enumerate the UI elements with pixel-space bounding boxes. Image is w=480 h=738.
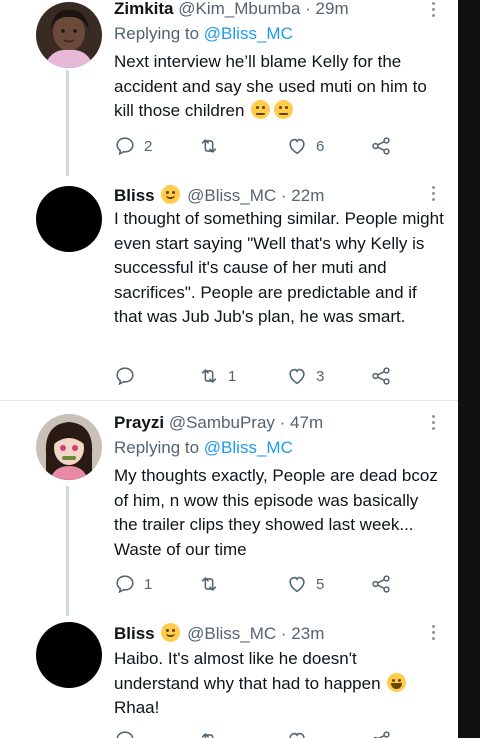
tweet-prayzi[interactable]: Prayzi @SambuPray · 47m Replying to @Bli… [0,412,458,612]
tweet-header: Prayzi @SambuPray · 47m [114,412,323,434]
avatar[interactable] [36,622,102,688]
tweet-text: I thought of something similar. People m… [114,209,444,326]
reply-button[interactable] [114,728,136,738]
tweet-body: Next interview he’ll blame Kelly for the… [114,52,427,120]
separator: · [305,0,311,18]
retweet-icon [201,369,217,383]
share-button[interactable] [370,134,392,158]
timestamp[interactable]: 47m [290,413,323,432]
replying-to: Replying to @Bliss_MC [114,24,293,44]
tweet-divider [0,400,458,401]
tweet-text-line: understand why that had to happen [114,672,454,697]
reply-button[interactable] [114,364,136,388]
reply-count: 2 [144,137,153,155]
share-button[interactable] [370,728,392,738]
user-handle[interactable]: @SambuPray [169,413,275,432]
share-button[interactable] [370,572,392,596]
retweet-button[interactable] [198,572,220,596]
tweet-header: Zimkita @Kim_Mbumba · 29m [114,0,349,20]
reply-button[interactable]: 1 [114,572,152,596]
tweet-header: Bliss @Bliss_MC · 23m [114,623,324,645]
retweet-button[interactable]: 1 [198,364,236,388]
tweet-text: My thoughts exactly, People are dead bco… [114,466,438,559]
display-name[interactable]: Bliss [114,624,155,643]
more-options-icon[interactable] [430,625,436,643]
like-count: 5 [316,575,325,593]
tweet-text-line: Rhaa! [114,698,160,717]
replying-to-link[interactable]: @Bliss_MC [204,24,293,43]
like-button[interactable]: 5 [286,572,324,596]
retweet-button[interactable] [198,134,220,158]
reply-icon [116,367,134,386]
display-name[interactable]: Zimkita [114,0,174,18]
reply-count: 1 [144,575,153,593]
heart-icon [289,576,305,593]
replying-to: Replying to @Bliss_MC [114,438,293,458]
rolling-eyes-emoji-icon [274,100,294,119]
timestamp[interactable]: 29m [316,0,349,18]
timestamp[interactable]: 23m [291,624,324,643]
avatar-photo-icon [36,2,102,68]
more-options-icon[interactable] [430,415,436,433]
like-count: 6 [316,137,325,155]
separator: · [280,624,287,643]
like-button[interactable]: 3 [286,364,324,388]
separator: · [280,186,287,205]
user-handle[interactable]: @Bliss_MC [187,624,276,643]
share-icon [372,367,390,385]
more-options-icon[interactable] [430,186,436,204]
tweet-header: Bliss @Bliss_MC · 22m [114,185,324,207]
separator: · [279,413,286,432]
tweet-text: Haibo. It's almost like he doesn't under… [114,647,454,721]
retweet-button[interactable] [198,728,220,738]
smiling-face-emoji-icon [161,623,181,642]
share-button[interactable] [370,364,392,388]
more-options-icon[interactable] [430,2,436,20]
user-handle[interactable]: @Bliss_MC [187,186,276,205]
retweet-icon [201,733,214,738]
tweet-text: Next interview he’ll blame Kelly for the… [114,50,444,124]
heart-icon [289,138,305,155]
share-icon [373,731,390,738]
avatar[interactable] [36,186,102,252]
tweet-bliss-1[interactable]: Bliss @Bliss_MC · 22m I thought of somet… [0,184,458,400]
timestamp[interactable]: 22m [291,186,324,205]
heart-icon [289,732,305,738]
reply-icon [116,575,134,594]
right-edge-strip [458,0,480,738]
user-handle[interactable]: @Kim_Mbumba [178,0,300,18]
tweet-bliss-2[interactable]: Bliss @Bliss_MC · 23m Haibo. It's almost… [0,622,458,738]
laughing-tears-emoji-icon [387,672,407,692]
retweet-icon [201,139,217,153]
heart-icon [289,368,305,385]
like-button[interactable] [286,728,308,738]
retweet-count: 1 [228,367,237,385]
display-name[interactable]: Prayzi [114,413,164,432]
replying-prefix: Replying to [114,24,200,43]
share-icon [372,575,390,593]
replying-prefix: Replying to [114,438,200,457]
reply-icon [116,137,134,156]
reply-icon [116,731,134,738]
smiling-face-emoji-icon [161,185,181,204]
display-name[interactable]: Bliss [114,186,155,205]
like-button[interactable]: 6 [286,134,324,158]
avatar-anime-icon [36,414,102,480]
like-count: 3 [316,367,325,385]
reply-button[interactable]: 2 [114,134,152,158]
rolling-eyes-emoji-icon [251,100,271,119]
retweet-icon [201,577,217,591]
avatar[interactable] [36,414,102,480]
tweet-text-segment: understand why that had to happen [114,673,381,693]
share-icon [372,137,390,155]
replying-to-link[interactable]: @Bliss_MC [204,438,293,457]
avatar[interactable] [36,2,102,68]
tweet-zimkita[interactable]: Zimkita @Kim_Mbumba · 29m Replying to @B… [0,0,458,170]
tweet-text-line: Haibo. It's almost like he doesn't [114,649,357,668]
